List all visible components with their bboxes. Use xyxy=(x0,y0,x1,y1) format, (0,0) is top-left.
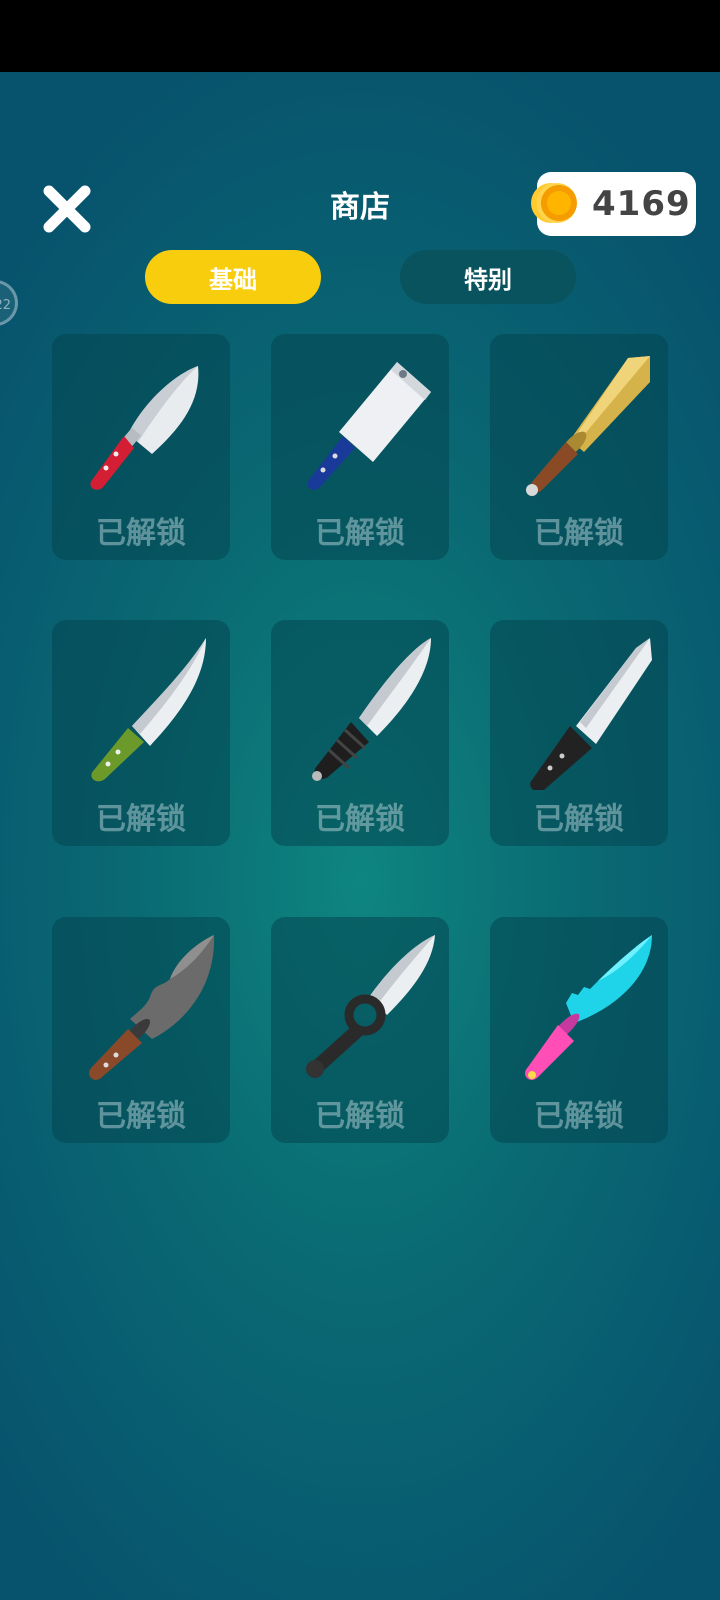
shop-item-black-combat-knife[interactable]: 已解锁 xyxy=(271,620,449,846)
side-badge[interactable]: 22 xyxy=(0,280,18,326)
shop-item-red-kitchen-knife[interactable]: 已解锁 xyxy=(52,334,230,560)
page-title: 商店 xyxy=(330,190,390,225)
item-status-label: 已解锁 xyxy=(96,802,186,837)
close-icon xyxy=(43,185,91,233)
tab-special[interactable]: 特别 xyxy=(400,250,576,304)
blue-cleaver-icon xyxy=(307,362,431,490)
close-button[interactable] xyxy=(38,180,96,238)
shop-item-green-chef-knife[interactable]: 已解锁 xyxy=(52,620,230,846)
black-combat-knife-icon xyxy=(312,638,431,781)
item-status-label: 已解锁 xyxy=(534,516,624,551)
item-status-label: 已解锁 xyxy=(315,516,405,551)
coin-balance: 4169 xyxy=(537,172,696,236)
coin-icon xyxy=(537,183,577,223)
shop-item-ring-dagger[interactable]: 已解锁 xyxy=(271,917,449,1143)
item-status-label: 已解锁 xyxy=(96,1099,186,1134)
handle-color xyxy=(90,436,134,490)
ring-dagger-icon xyxy=(306,935,435,1078)
tab-basic[interactable]: 基础 xyxy=(145,250,321,304)
brown-machete-icon xyxy=(89,935,215,1080)
shop-item-brown-machete[interactable]: 已解锁 xyxy=(52,917,230,1143)
shop-item-black-tanto-knife[interactable]: 已解锁 xyxy=(490,620,668,846)
black-tanto-knife-icon xyxy=(530,638,652,790)
item-status-label: 已解锁 xyxy=(315,802,405,837)
red-kitchen-knife-icon xyxy=(90,366,199,490)
shop-item-golden-dagger[interactable]: 已解锁 xyxy=(490,334,668,560)
item-status-label: 已解锁 xyxy=(315,1099,405,1134)
shop-item-cyan-serrated-knife[interactable]: 已解锁 xyxy=(490,917,668,1143)
cyan-serrated-knife-icon xyxy=(525,935,652,1080)
golden-dagger-icon xyxy=(526,356,650,496)
item-status-label: 已解锁 xyxy=(534,1099,624,1134)
green-chef-knife-icon xyxy=(91,638,206,782)
item-status-label: 已解锁 xyxy=(96,516,186,551)
coin-count: 4169 xyxy=(592,184,691,224)
shop-item-blue-cleaver[interactable]: 已解锁 xyxy=(271,334,449,560)
item-status-label: 已解锁 xyxy=(534,802,624,837)
status-bar xyxy=(0,0,720,72)
